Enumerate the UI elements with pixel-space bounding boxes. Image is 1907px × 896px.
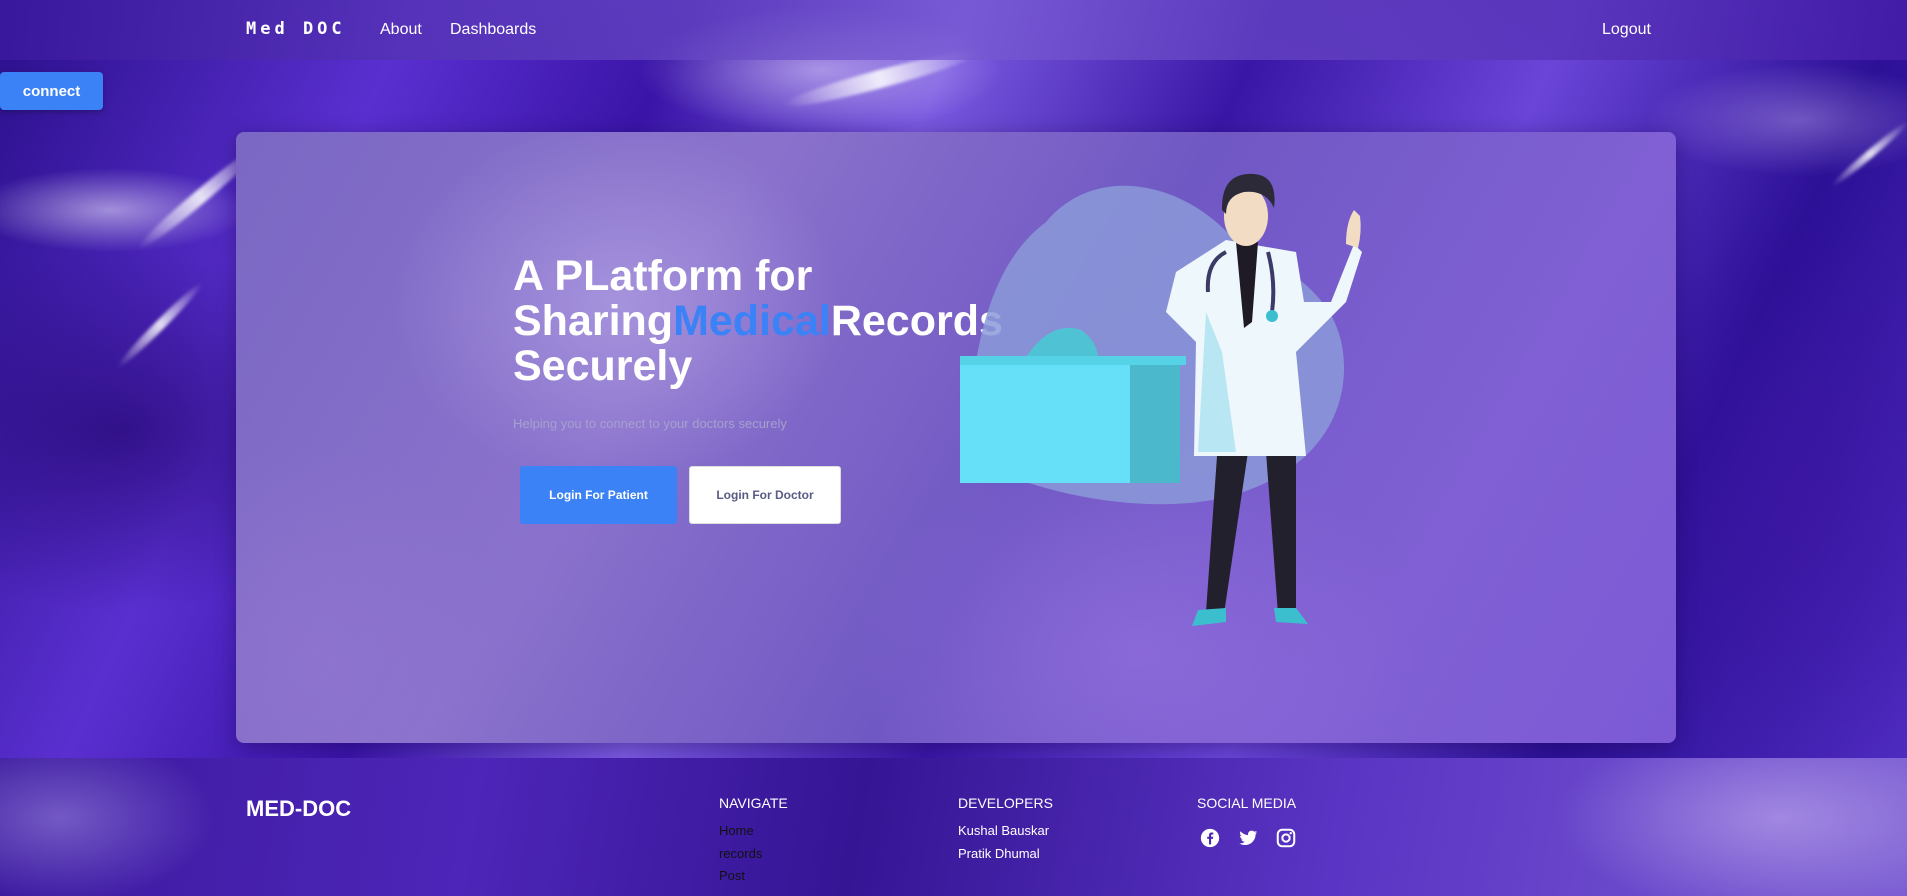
- instagram-icon[interactable]: [1275, 827, 1297, 849]
- doctor-hand: [1346, 210, 1361, 248]
- footer-brand: MED-DOC: [246, 796, 352, 821]
- doctor-shoe-right: [1274, 608, 1308, 624]
- footer-social-title: SOCIAL MEDIA: [1197, 795, 1297, 811]
- nav-about-link[interactable]: About: [380, 21, 422, 39]
- brand-logo[interactable]: Med DOC: [246, 19, 346, 39]
- stethoscope-chest: [1266, 310, 1278, 322]
- footer-link-post[interactable]: Post: [719, 868, 745, 883]
- background-streak: [114, 279, 206, 371]
- login-patient-button[interactable]: Login For Patient: [520, 466, 677, 524]
- login-doctor-button[interactable]: Login For Doctor: [689, 466, 841, 524]
- hero-subtitle: Helping you to connect to your doctors s…: [513, 416, 787, 431]
- logout-link[interactable]: Logout: [1602, 21, 1651, 39]
- footer-link-records[interactable]: records: [719, 846, 762, 861]
- twitter-icon[interactable]: [1237, 827, 1259, 849]
- facebook-icon[interactable]: [1199, 827, 1221, 849]
- hero-title-line3: Securely: [513, 342, 693, 390]
- top-navbar: Med DOC About Dashboards Logout: [0, 0, 1907, 60]
- nav-dashboards-link[interactable]: Dashboards: [450, 21, 536, 39]
- doctor-illustration: [960, 173, 1362, 626]
- hero-title-line1: A PLatform for: [513, 252, 813, 300]
- desk-front: [960, 365, 1130, 483]
- doctor-shoe-left: [1192, 608, 1226, 626]
- hero-title-accent: Medical: [673, 297, 831, 345]
- hero-title-sharing: Sharing: [513, 297, 674, 345]
- footer-navigate-title: NAVIGATE: [719, 795, 788, 811]
- footer-link-home[interactable]: Home: [719, 823, 754, 838]
- desk-top: [960, 356, 1186, 365]
- hero-card: A PLatform for SharingMedicalRecords Sec…: [236, 132, 1676, 743]
- developer-name: Kushal Bauskar: [958, 823, 1050, 838]
- background-streak: [1829, 118, 1907, 190]
- developer-name: Pratik Dhumal: [958, 846, 1040, 861]
- footer: MED-DOC NAVIGATE Home records Post DEVEL…: [0, 758, 1907, 896]
- connect-button[interactable]: connect: [0, 72, 103, 110]
- footer-developers-title: DEVELOPERS: [958, 795, 1053, 811]
- desk-side: [1130, 365, 1180, 483]
